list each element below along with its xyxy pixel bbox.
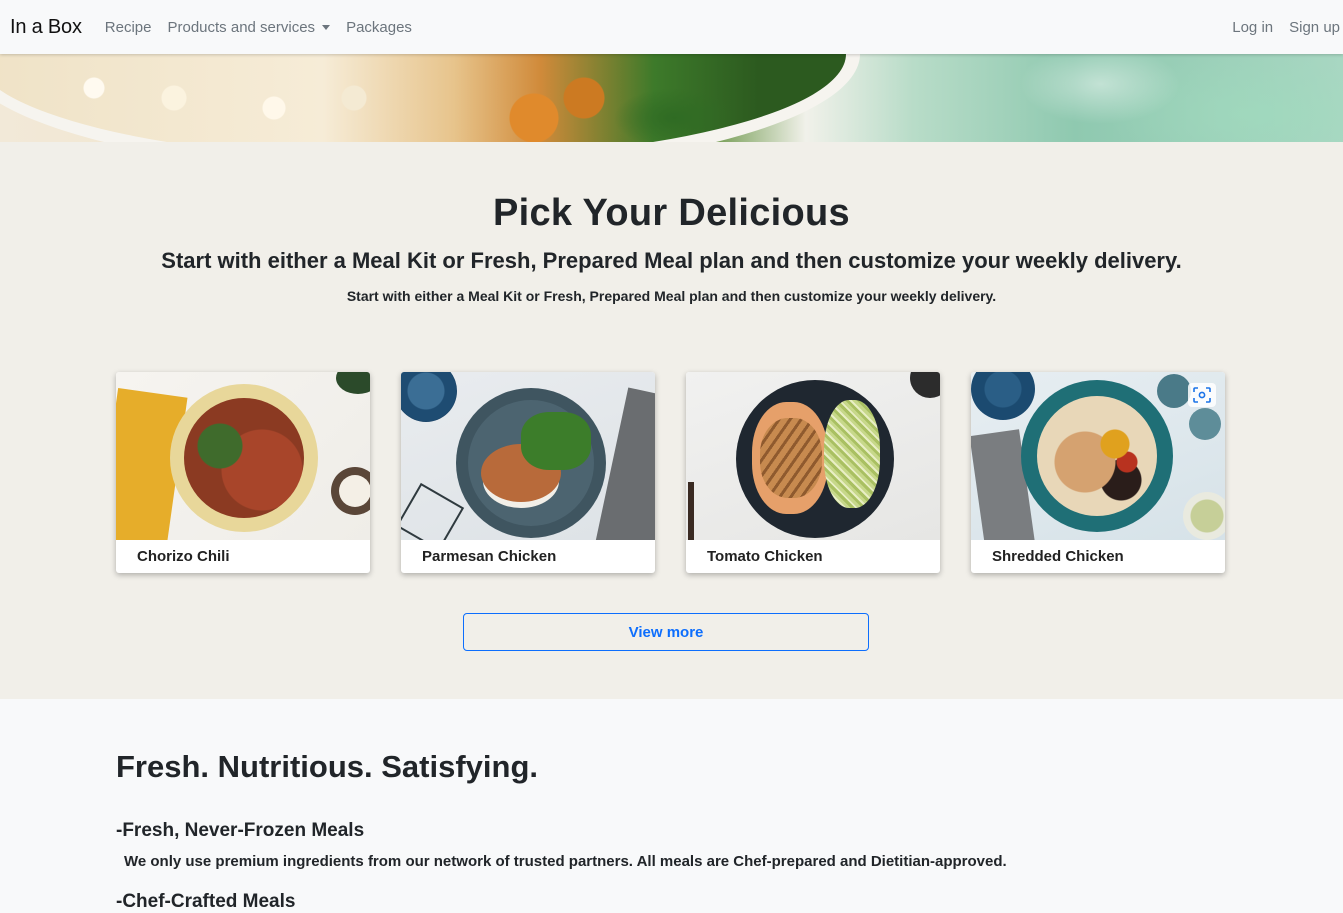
nav-dropdown-products[interactable]: Products and services <box>167 18 331 36</box>
meal-card-shredded-chicken[interactable]: Shredded Chicken <box>971 372 1225 573</box>
scan-icon[interactable] <box>1188 383 1216 407</box>
caret-down-icon <box>322 24 331 30</box>
meal-card-label: Parmesan Chicken <box>422 548 557 565</box>
fresh-title: Fresh. Nutritious. Satisfying. <box>116 749 538 784</box>
feature-title-fresh: -Fresh, Never-Frozen Meals <box>116 820 365 841</box>
meal-image <box>401 372 655 540</box>
hero-banner-image <box>0 54 1343 142</box>
meal-card-label: Tomato Chicken <box>707 548 823 565</box>
fresh-section: Fresh. Nutritious. Satisfying. -Fresh, N… <box>0 699 1343 912</box>
meal-image <box>971 372 1225 540</box>
meal-card-label: Chorizo Chili <box>137 548 230 565</box>
pick-section: Pick Your Delicious Start with either a … <box>0 142 1343 699</box>
brand-logo[interactable]: In a Box <box>10 16 82 39</box>
feature-desc-fresh: We only use premium ingredients from our… <box>124 853 1007 870</box>
login-link[interactable]: Log in <box>1232 19 1273 36</box>
view-more-button[interactable]: View more <box>463 613 869 651</box>
feature-title-chef: -Chef-Crafted Meals <box>116 891 296 912</box>
meal-image <box>686 372 940 540</box>
meal-cards: Chorizo Chili Parmesan Chicken Tomato Ch… <box>116 372 1225 573</box>
signup-link[interactable]: Sign up <box>1289 19 1340 36</box>
navbar: In a Box Recipe Products and services Pa… <box>0 0 1343 54</box>
meal-card-label: Shredded Chicken <box>992 548 1124 565</box>
nav-link-recipe[interactable]: Recipe <box>105 19 152 36</box>
nav-link-packages[interactable]: Packages <box>346 19 412 36</box>
hero-food-bowl <box>0 54 860 142</box>
auth-links: Log in Sign up <box>1216 19 1340 36</box>
meal-card-tomato-chicken[interactable]: Tomato Chicken <box>686 372 940 573</box>
meal-card-chorizo-chili[interactable]: Chorizo Chili <box>116 372 370 573</box>
meal-card-parmesan-chicken[interactable]: Parmesan Chicken <box>401 372 655 573</box>
pick-title: Pick Your Delicious <box>493 192 850 234</box>
meal-image <box>116 372 370 540</box>
pick-description: Start with either a Meal Kit or Fresh, P… <box>346 288 997 304</box>
nav-dropdown-label: Products and services <box>167 18 316 36</box>
pick-subtitle: Start with either a Meal Kit or Fresh, P… <box>161 248 1182 273</box>
